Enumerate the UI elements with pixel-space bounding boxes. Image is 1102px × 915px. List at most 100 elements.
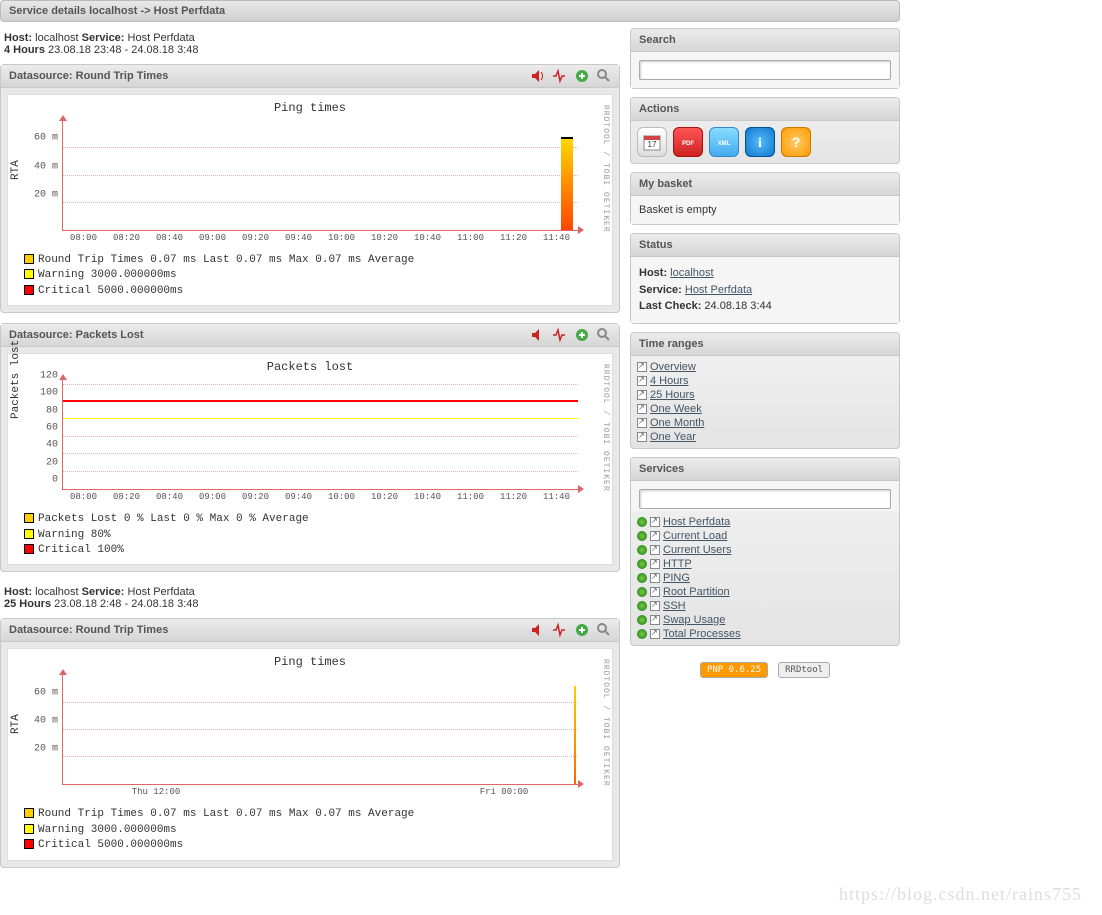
actions-panel: Actions 17 PDF XML i ? [630, 97, 900, 164]
service-link[interactable]: Current Load [663, 530, 727, 542]
magnifier-icon[interactable] [595, 67, 613, 85]
status-ok-icon [637, 573, 647, 583]
status-title: Status [631, 234, 899, 257]
info-icon[interactable]: i [745, 127, 775, 157]
popup-icon [637, 418, 647, 428]
service-link[interactable]: Host Perfdata [663, 516, 730, 528]
speaker-icon[interactable] [529, 621, 547, 639]
chart-legend: Packets Lost 0 % Last 0 % Max 0 % Averag… [12, 506, 608, 560]
rrdtool-tag: RRDTOOL / TOBI OETIKER [601, 105, 610, 233]
popup-icon [637, 390, 647, 400]
svg-text:PDF: PDF [682, 141, 694, 147]
graph-rtt-4h: Datasource: Round Trip Times RRDTOOL / T… [0, 64, 620, 313]
section-meta-4h: Host: localhost Service: Host Perfdata 4… [0, 28, 620, 64]
status-host-link[interactable]: localhost [670, 267, 713, 279]
xml-icon[interactable]: XML [709, 127, 739, 157]
status-ok-icon [637, 615, 647, 625]
service-link[interactable]: Current Users [663, 544, 731, 556]
timerange-link[interactable]: 25 Hours [650, 389, 695, 401]
services-title: Services [631, 458, 899, 481]
timeranges-panel: Time ranges Overview 4 Hours 25 Hours On… [630, 332, 900, 449]
popup-icon [650, 531, 660, 541]
status-ok-icon [637, 629, 647, 639]
speaker-icon[interactable] [529, 67, 547, 85]
plus-icon[interactable] [573, 621, 591, 639]
timerange-link[interactable]: One Month [650, 417, 704, 429]
timeranges-title: Time ranges [631, 333, 899, 356]
service-link[interactable]: SSH [663, 600, 686, 612]
svg-text:17: 17 [648, 140, 657, 149]
chart-legend: Round Trip Times 0.07 ms Last 0.07 ms Ma… [12, 247, 608, 301]
actions-title: Actions [631, 98, 899, 121]
popup-icon [650, 629, 660, 639]
status-ok-icon [637, 559, 647, 569]
magnifier-icon[interactable] [595, 621, 613, 639]
popup-icon [637, 432, 647, 442]
basket-title: My basket [631, 173, 899, 196]
service-link[interactable]: Total Processes [663, 628, 741, 640]
services-filter-input[interactable] [639, 489, 891, 509]
service-link[interactable]: PING [663, 572, 690, 584]
services-panel: Services Host Perfdata Current Load Curr… [630, 457, 900, 646]
service-link[interactable]: HTTP [663, 558, 692, 570]
footer-badges: PNP 0.6.25 RRDtool [630, 654, 900, 686]
pulse-icon[interactable] [551, 621, 569, 639]
popup-icon [650, 615, 660, 625]
help-icon[interactable]: ? [781, 127, 811, 157]
page-title-bar: Service details localhost -> Host Perfda… [0, 0, 900, 22]
x-ticks: 08:0008:2008:4009:0009:2009:4010:0010:20… [62, 492, 578, 502]
calendar-icon[interactable]: 17 [637, 127, 667, 157]
status-ok-icon [637, 517, 647, 527]
basket-panel: My basket Basket is empty [630, 172, 900, 225]
magnifier-icon[interactable] [595, 326, 613, 344]
rrdtool-tag: RRDTOOL / TOBI OETIKER [601, 364, 610, 492]
popup-icon [650, 545, 660, 555]
popup-icon [637, 404, 647, 414]
rrdtool-badge[interactable]: RRDtool [778, 662, 830, 678]
plot-area: 20 m 40 m 60 m [62, 121, 578, 231]
x-ticks: 08:0008:2008:4009:0009:2009:4010:0010:20… [62, 233, 578, 243]
search-panel: Search [630, 28, 900, 89]
popup-icon [650, 559, 660, 569]
timerange-link[interactable]: One Year [650, 431, 696, 443]
timerange-link[interactable]: One Week [650, 403, 702, 415]
pdf-icon[interactable]: PDF [673, 127, 703, 157]
basket-empty-text: Basket is empty [631, 196, 899, 224]
timerange-link[interactable]: 4 Hours [650, 375, 689, 387]
pulse-icon[interactable] [551, 326, 569, 344]
popup-icon [650, 601, 660, 611]
chart-title: Ping times [12, 99, 608, 121]
chart-title: Ping times [12, 653, 608, 675]
svg-text:XML: XML [718, 141, 731, 147]
popup-icon [637, 362, 647, 372]
status-ok-icon [637, 587, 647, 597]
timerange-link[interactable]: Overview [650, 361, 696, 373]
graph-pkt-4h: Datasource: Packets Lost RRDTOOL / TOBI … [0, 323, 620, 572]
popup-icon [650, 573, 660, 583]
speaker-icon[interactable] [529, 326, 547, 344]
chart-legend: Round Trip Times 0.07 ms Last 0.07 ms Ma… [12, 801, 608, 855]
svg-text:?: ? [792, 134, 801, 150]
section-meta-25h: Host: localhost Service: Host Perfdata 2… [0, 582, 620, 618]
popup-icon [650, 517, 660, 527]
service-link[interactable]: Root Partition [663, 586, 730, 598]
search-input[interactable] [639, 60, 891, 80]
graph-rtt-25h: Datasource: Round Trip Times RRDTOOL / T… [0, 618, 620, 867]
plot-area: 0 20 40 60 80 100 120 [62, 380, 578, 490]
plus-icon[interactable] [573, 67, 591, 85]
plus-icon[interactable] [573, 326, 591, 344]
popup-icon [637, 376, 647, 386]
status-ok-icon [637, 601, 647, 611]
service-link[interactable]: Swap Usage [663, 614, 725, 626]
watermark-text: https://blog.csdn.net/rains755 [839, 884, 1082, 905]
pulse-icon[interactable] [551, 67, 569, 85]
graph-header-label: Datasource: Packets Lost [9, 329, 144, 341]
search-title: Search [631, 29, 899, 52]
rrdtool-tag: RRDTOOL / TOBI OETIKER [601, 659, 610, 787]
status-service-link[interactable]: Host Perfdata [685, 284, 752, 296]
svg-text:i: i [758, 136, 762, 151]
x-ticks: Thu 12:00Fri 00:00 [62, 787, 578, 797]
status-ok-icon [637, 545, 647, 555]
pnp-badge[interactable]: PNP 0.6.25 [700, 662, 768, 678]
plot-area: 20 m 40 m 60 m [62, 675, 578, 785]
